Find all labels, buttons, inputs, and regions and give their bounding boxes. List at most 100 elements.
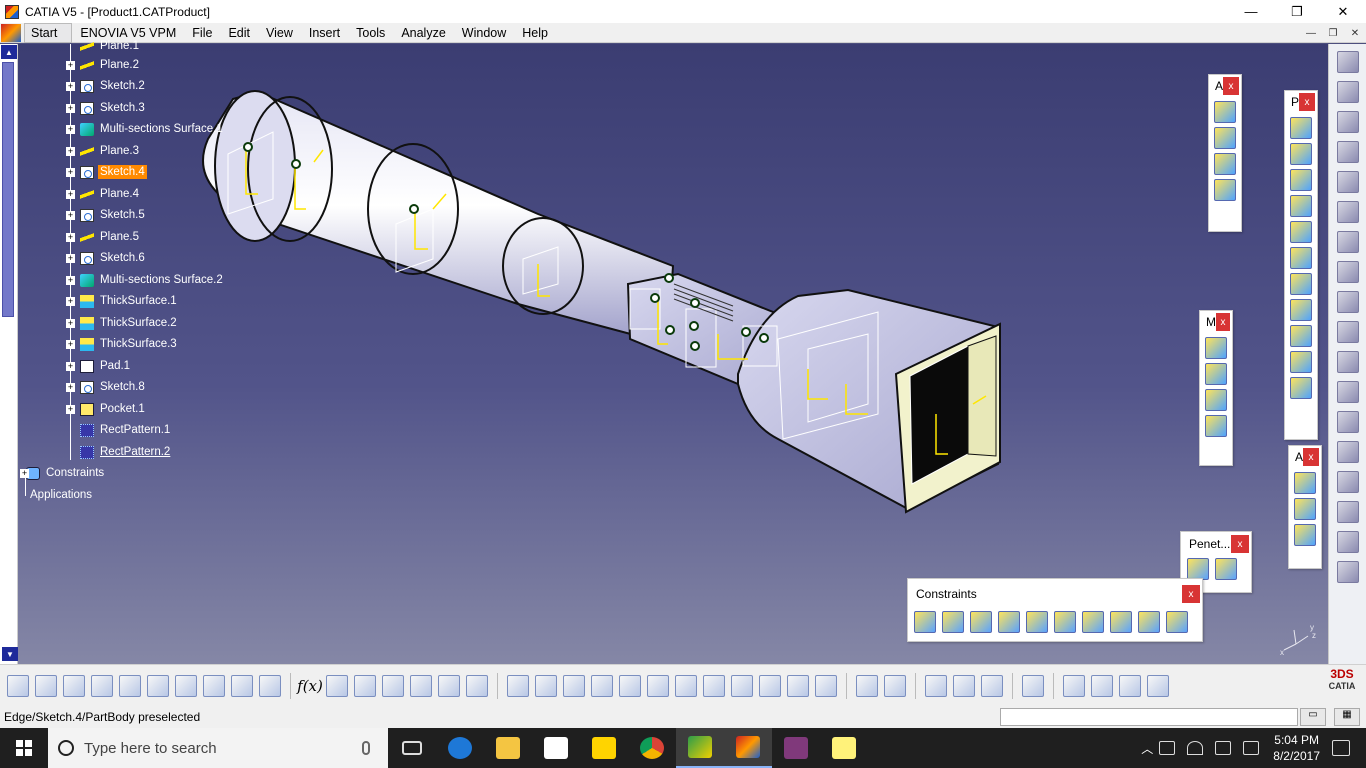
tree-item-plane-2[interactable]: + Plane.2	[66, 56, 141, 74]
expand-icon[interactable]: +	[66, 103, 75, 113]
tree-item-sketch-8[interactable]: + Sketch.8	[66, 378, 147, 396]
toolbar-header[interactable]: Penet... x	[1181, 532, 1251, 556]
taskbar-chrome[interactable]	[628, 728, 676, 768]
help-icon[interactable]	[259, 674, 281, 697]
coincidence-constraint-icon[interactable]	[914, 611, 936, 633]
penetration-tool-icon[interactable]	[1215, 558, 1237, 580]
tool-icon[interactable]	[1336, 441, 1359, 463]
assembly-tool-icon[interactable]	[1214, 179, 1236, 201]
copy-icon[interactable]	[147, 674, 169, 697]
zoom-out-icon[interactable]	[647, 674, 669, 697]
product-tool-icon[interactable]	[1290, 117, 1312, 139]
tree-item-sketch-6[interactable]: + Sketch.6	[66, 249, 147, 267]
tool-icon[interactable]	[1336, 351, 1359, 373]
tool-icon[interactable]	[1336, 231, 1359, 253]
command-input[interactable]	[1000, 708, 1298, 726]
doc-close-button[interactable]: ✕	[1344, 23, 1366, 43]
fly-mode-icon[interactable]	[507, 674, 529, 697]
toolbar-header[interactable]: Ax	[1209, 75, 1241, 97]
toolbar-a-2[interactable]: Ax	[1288, 445, 1322, 569]
tool-icon[interactable]	[1336, 411, 1359, 433]
tool-icon[interactable]	[1336, 171, 1359, 193]
annotation-tool-icon[interactable]	[1294, 524, 1316, 546]
apply-material-icon[interactable]	[1147, 674, 1169, 697]
notification-icon[interactable]	[1332, 740, 1350, 756]
select-cursor-icon[interactable]	[1336, 201, 1359, 223]
formula-icon[interactable]: f(x)	[297, 677, 323, 695]
quick-constraint-icon[interactable]	[1082, 611, 1104, 633]
tree-item-constraints[interactable]: + Constraints	[20, 464, 106, 482]
menu-edit[interactable]: Edit	[220, 24, 258, 42]
annotation-tool-icon[interactable]	[1294, 472, 1316, 494]
cut-icon[interactable]	[119, 674, 141, 697]
expand-icon[interactable]: +	[66, 296, 75, 306]
tree-item-applications[interactable]: Applications	[28, 486, 94, 504]
tree-item-multi-sections-surface-2[interactable]: + Multi-sections Surface.2	[66, 271, 225, 289]
toolbar-p[interactable]: Px	[1284, 90, 1318, 440]
tool-icon[interactable]	[1336, 261, 1359, 283]
tool-icon[interactable]	[1336, 81, 1359, 103]
product-tool-icon[interactable]	[1290, 247, 1312, 269]
menu-analyze[interactable]: Analyze	[393, 24, 453, 42]
tool-icon[interactable]	[1336, 471, 1359, 493]
measure-between-icon[interactable]	[925, 674, 947, 697]
menu-window[interactable]: Window	[454, 24, 514, 42]
rotate-icon[interactable]	[591, 674, 613, 697]
product-tool-icon[interactable]	[1290, 143, 1312, 165]
toolbar-close-button[interactable]: x	[1231, 535, 1249, 553]
measure-item-icon[interactable]	[953, 674, 975, 697]
update-icon[interactable]	[466, 674, 488, 697]
catia-logo-icon[interactable]	[1, 23, 21, 42]
shading-icon[interactable]	[759, 674, 781, 697]
menu-insert[interactable]: Insert	[301, 24, 348, 42]
product-tool-icon[interactable]	[1290, 221, 1312, 243]
iso-view-icon[interactable]	[731, 674, 753, 697]
toolbar-m[interactable]: Mx	[1199, 310, 1233, 466]
taskbar-store[interactable]	[532, 728, 580, 768]
tool-icon[interactable]	[1336, 531, 1359, 553]
product-tool-icon[interactable]	[1290, 273, 1312, 295]
scroll-up-arrow-icon[interactable]: ▲	[1, 45, 17, 59]
menu-start[interactable]: Start	[24, 22, 73, 43]
expand-icon[interactable]: +	[66, 81, 75, 91]
tree-item-sketch-3[interactable]: + Sketch.3	[66, 99, 147, 117]
move-tool-icon[interactable]	[1205, 363, 1227, 385]
comment-icon[interactable]	[326, 674, 348, 697]
penetration-tool-icon[interactable]	[1187, 558, 1209, 580]
paste-icon[interactable]	[175, 674, 197, 697]
tool-icon[interactable]	[1336, 321, 1359, 343]
normal-view-icon[interactable]	[675, 674, 697, 697]
wifi-icon[interactable]	[1187, 741, 1204, 755]
menu-view[interactable]: View	[258, 24, 301, 42]
undo-icon[interactable]	[203, 674, 225, 697]
expand-icon[interactable]: +	[66, 339, 75, 349]
battery-icon[interactable]	[1159, 741, 1176, 755]
table-icon[interactable]	[382, 674, 404, 697]
print-icon[interactable]	[91, 674, 113, 697]
expand-icon[interactable]: +	[66, 318, 75, 328]
clock[interactable]: 5:04 PM 8/2/2017	[1273, 732, 1320, 764]
material-icon[interactable]	[1119, 674, 1141, 697]
taskbar-file-explorer[interactable]	[484, 728, 532, 768]
tool-icon[interactable]	[1336, 141, 1359, 163]
annotation-tool-icon[interactable]	[1294, 498, 1316, 520]
volume-icon[interactable]	[1215, 741, 1232, 755]
expand-icon[interactable]: +	[66, 189, 75, 199]
close-button[interactable]: ✕	[1320, 0, 1366, 23]
tool-icon[interactable]	[1336, 381, 1359, 403]
assembly-tool-icon[interactable]	[1214, 153, 1236, 175]
command-button[interactable]: ▭	[1300, 708, 1326, 726]
move-tool-icon[interactable]	[1205, 389, 1227, 411]
tree-item-plane-4[interactable]: + Plane.4	[66, 185, 141, 203]
pan-icon[interactable]	[563, 674, 585, 697]
toolbar-header[interactable]: Constraints x	[908, 579, 1202, 609]
assembly-tool-icon[interactable]	[1214, 127, 1236, 149]
scroll-down-arrow-icon[interactable]: ▼	[2, 647, 18, 661]
tool-icon[interactable]	[1336, 501, 1359, 523]
command-button[interactable]: ▦	[1334, 708, 1360, 726]
taskbar-app-active[interactable]	[676, 728, 724, 768]
scene-icon[interactable]	[1063, 674, 1085, 697]
doc-restore-button[interactable]: ❐	[1322, 23, 1344, 43]
catalog-icon[interactable]	[884, 674, 906, 697]
tool-icon[interactable]	[1336, 561, 1359, 583]
